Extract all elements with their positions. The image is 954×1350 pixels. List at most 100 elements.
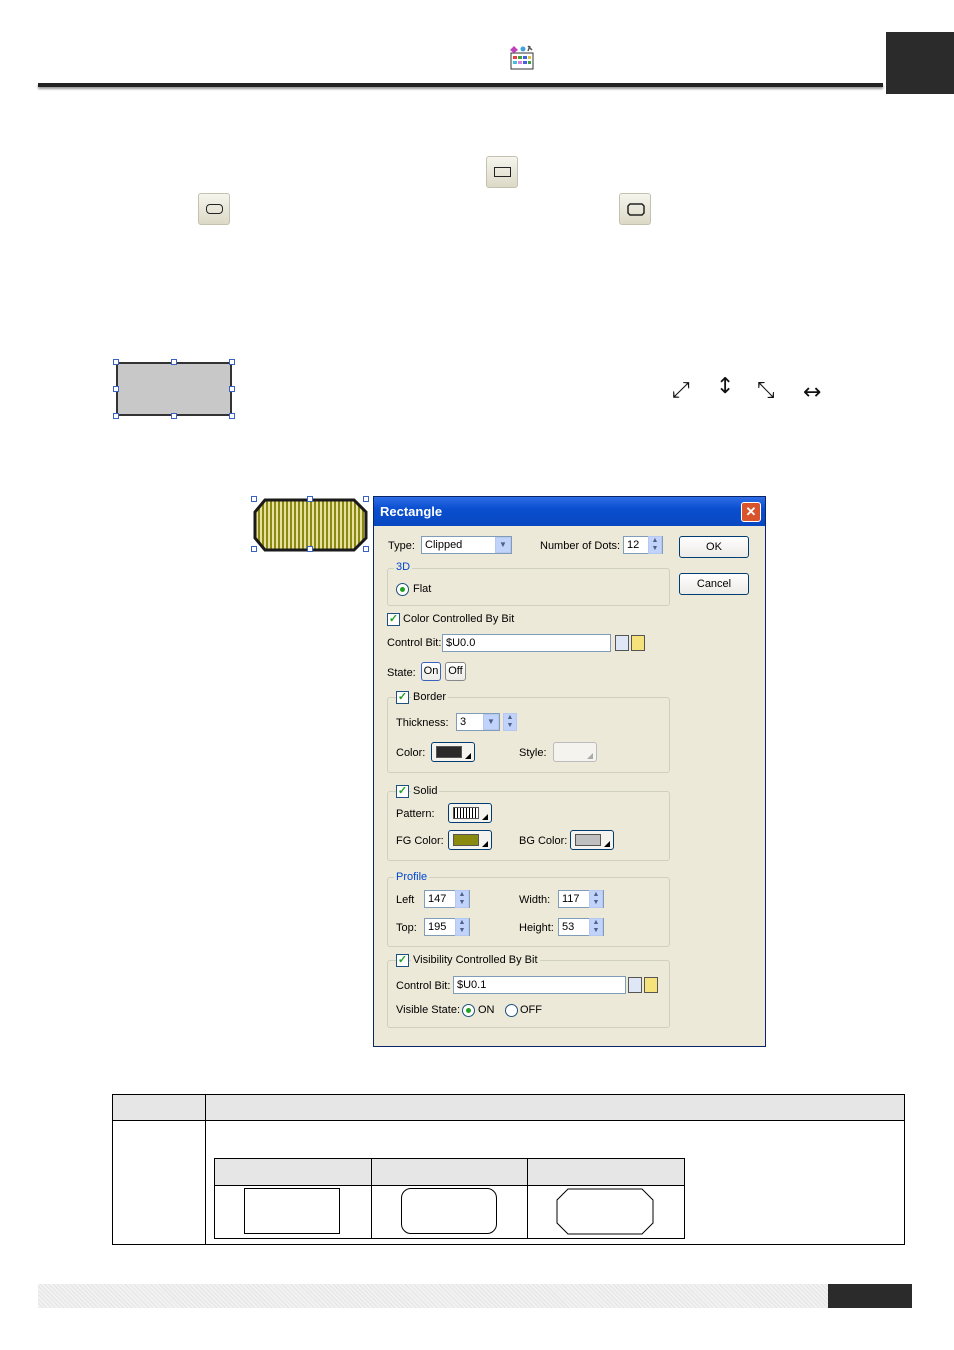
top-input[interactable]: 195 ▲ ▼: [424, 918, 470, 936]
color-by-bit-checkbox[interactable]: ✓: [387, 613, 400, 626]
resize-handle[interactable]: [171, 413, 177, 419]
rectangle-dialog: Rectangle ✕ Type: Clipped ▼ Number of Do…: [373, 496, 766, 1047]
type-label: Type:: [388, 540, 415, 552]
vis-control-bit-input[interactable]: $U0.1: [453, 976, 626, 994]
height-input[interactable]: 53 ▲ ▼: [558, 918, 604, 936]
calculator-icon[interactable]: [628, 977, 642, 993]
header-rule: [38, 83, 883, 87]
state-off-button[interactable]: Off: [445, 662, 466, 681]
width-value: 117: [562, 893, 580, 905]
dots-value: 12: [627, 539, 640, 551]
group-visibility: [387, 960, 670, 1028]
spinner-icon[interactable]: ▲ ▼: [589, 890, 603, 908]
width-label: Width:: [519, 894, 551, 906]
thickness-label: Thickness:: [396, 717, 449, 729]
group-3d-title: 3D: [394, 561, 413, 573]
bg-color-button[interactable]: [570, 830, 614, 850]
pattern-button[interactable]: [448, 803, 492, 823]
border-label: Border: [411, 691, 449, 703]
table-header-row: [113, 1095, 904, 1120]
left-value: 147: [428, 893, 447, 905]
chevron-down-icon: ▼: [495, 537, 511, 553]
spinner-icon[interactable]: ▲ ▼: [455, 890, 469, 908]
style-label: Style:: [519, 747, 547, 759]
selected-rectangle-object[interactable]: [116, 362, 232, 416]
app-toolbox-icon: [510, 45, 534, 70]
height-value: 53: [562, 921, 575, 933]
top-value: 195: [428, 921, 447, 933]
footer-page-block: [828, 1284, 912, 1308]
rounded-rectangle-tool-icon: [206, 204, 223, 214]
clipped-rectangle-object[interactable]: [250, 494, 374, 554]
close-icon: ✕: [745, 504, 757, 519]
close-button[interactable]: ✕: [741, 502, 761, 522]
flat-radio[interactable]: [396, 583, 409, 596]
rectangle-type-sample: [244, 1188, 340, 1234]
solid-label: Solid: [411, 785, 440, 797]
resize-handle[interactable]: [113, 359, 119, 365]
vis-on-radio[interactable]: [462, 1004, 475, 1017]
calculator-icon[interactable]: [615, 635, 629, 651]
pattern-swatch: [453, 807, 479, 819]
dialog-titlebar: Rectangle ✕: [374, 497, 765, 526]
border-checkbox[interactable]: ✓: [396, 691, 409, 704]
resize-handle[interactable]: [229, 386, 235, 392]
thickness-select[interactable]: 3 ▼: [456, 713, 500, 731]
border-color-button[interactable]: [431, 742, 475, 762]
color-swatch: [575, 834, 601, 846]
rounded-type-sample: [401, 1188, 497, 1234]
visibility-label: Visibility Controlled By Bit: [411, 954, 540, 966]
spinner-icon[interactable]: ▲ ▼: [648, 536, 662, 554]
top-label: Top:: [396, 922, 417, 934]
bg-color-label: BG Color:: [519, 835, 568, 847]
type-select[interactable]: Clipped ▼: [421, 536, 512, 554]
resize-handle[interactable]: [229, 359, 235, 365]
vis-on-label: ON: [478, 1004, 495, 1016]
cancel-button[interactable]: Cancel: [679, 573, 749, 595]
spinner-icon[interactable]: ▲ ▼: [455, 918, 469, 936]
pattern-label: Pattern:: [396, 808, 435, 820]
style-button: [553, 742, 597, 762]
resize-handle[interactable]: [171, 359, 177, 365]
vis-control-bit-label: Control Bit:: [396, 980, 451, 992]
control-bit-input[interactable]: $U0.0: [442, 634, 611, 652]
resize-vertical-icon: ↕: [716, 374, 735, 399]
resize-handle[interactable]: [113, 386, 119, 392]
width-input[interactable]: 117 ▲ ▼: [558, 890, 604, 908]
fg-color-label: FG Color:: [396, 835, 444, 847]
rectangle-tool-button[interactable]: [486, 156, 518, 188]
visibility-checkbox[interactable]: ✓: [396, 954, 409, 967]
resize-horizontal-icon: ↔: [803, 380, 822, 405]
resize-diagonal-ne-icon: ⤢: [672, 378, 690, 403]
group-border: [387, 697, 670, 773]
thickness-spinner-icon[interactable]: ▲ ▼: [503, 713, 517, 731]
tag-icon[interactable]: [631, 635, 645, 651]
thickness-value: 3: [460, 716, 467, 728]
border-color-label: Color:: [396, 747, 426, 759]
spinner-icon[interactable]: ▲ ▼: [589, 918, 603, 936]
solid-checkbox[interactable]: ✓: [396, 785, 409, 798]
footer-bar: [38, 1284, 828, 1308]
color-by-bit-label: Color Controlled By Bit: [403, 613, 515, 625]
resize-handle[interactable]: [113, 413, 119, 419]
left-label: Left: [396, 894, 415, 906]
fg-color-button[interactable]: [448, 830, 492, 850]
clipped-type-sample: [556, 1188, 654, 1235]
tag-icon[interactable]: [644, 977, 658, 993]
ok-button[interactable]: OK: [679, 536, 749, 558]
clipped-rectangle-tool-icon: [627, 203, 645, 216]
state-on-button[interactable]: On: [421, 662, 441, 681]
group-solid: [387, 791, 670, 861]
height-label: Height:: [519, 922, 554, 934]
state-label: State:: [387, 667, 416, 679]
left-input[interactable]: 147 ▲ ▼: [424, 890, 470, 908]
rounded-rectangle-tool-button[interactable]: [198, 193, 230, 225]
flat-label: Flat: [413, 583, 432, 595]
clipped-rectangle-tool-button[interactable]: [619, 193, 651, 225]
dots-label: Number of Dots:: [540, 540, 621, 552]
dots-stepper[interactable]: 12 ▲ ▼: [623, 536, 663, 554]
color-swatch: [453, 834, 479, 846]
chapter-tab-block: [886, 32, 954, 94]
resize-handle[interactable]: [229, 413, 235, 419]
vis-off-radio[interactable]: [505, 1004, 518, 1017]
